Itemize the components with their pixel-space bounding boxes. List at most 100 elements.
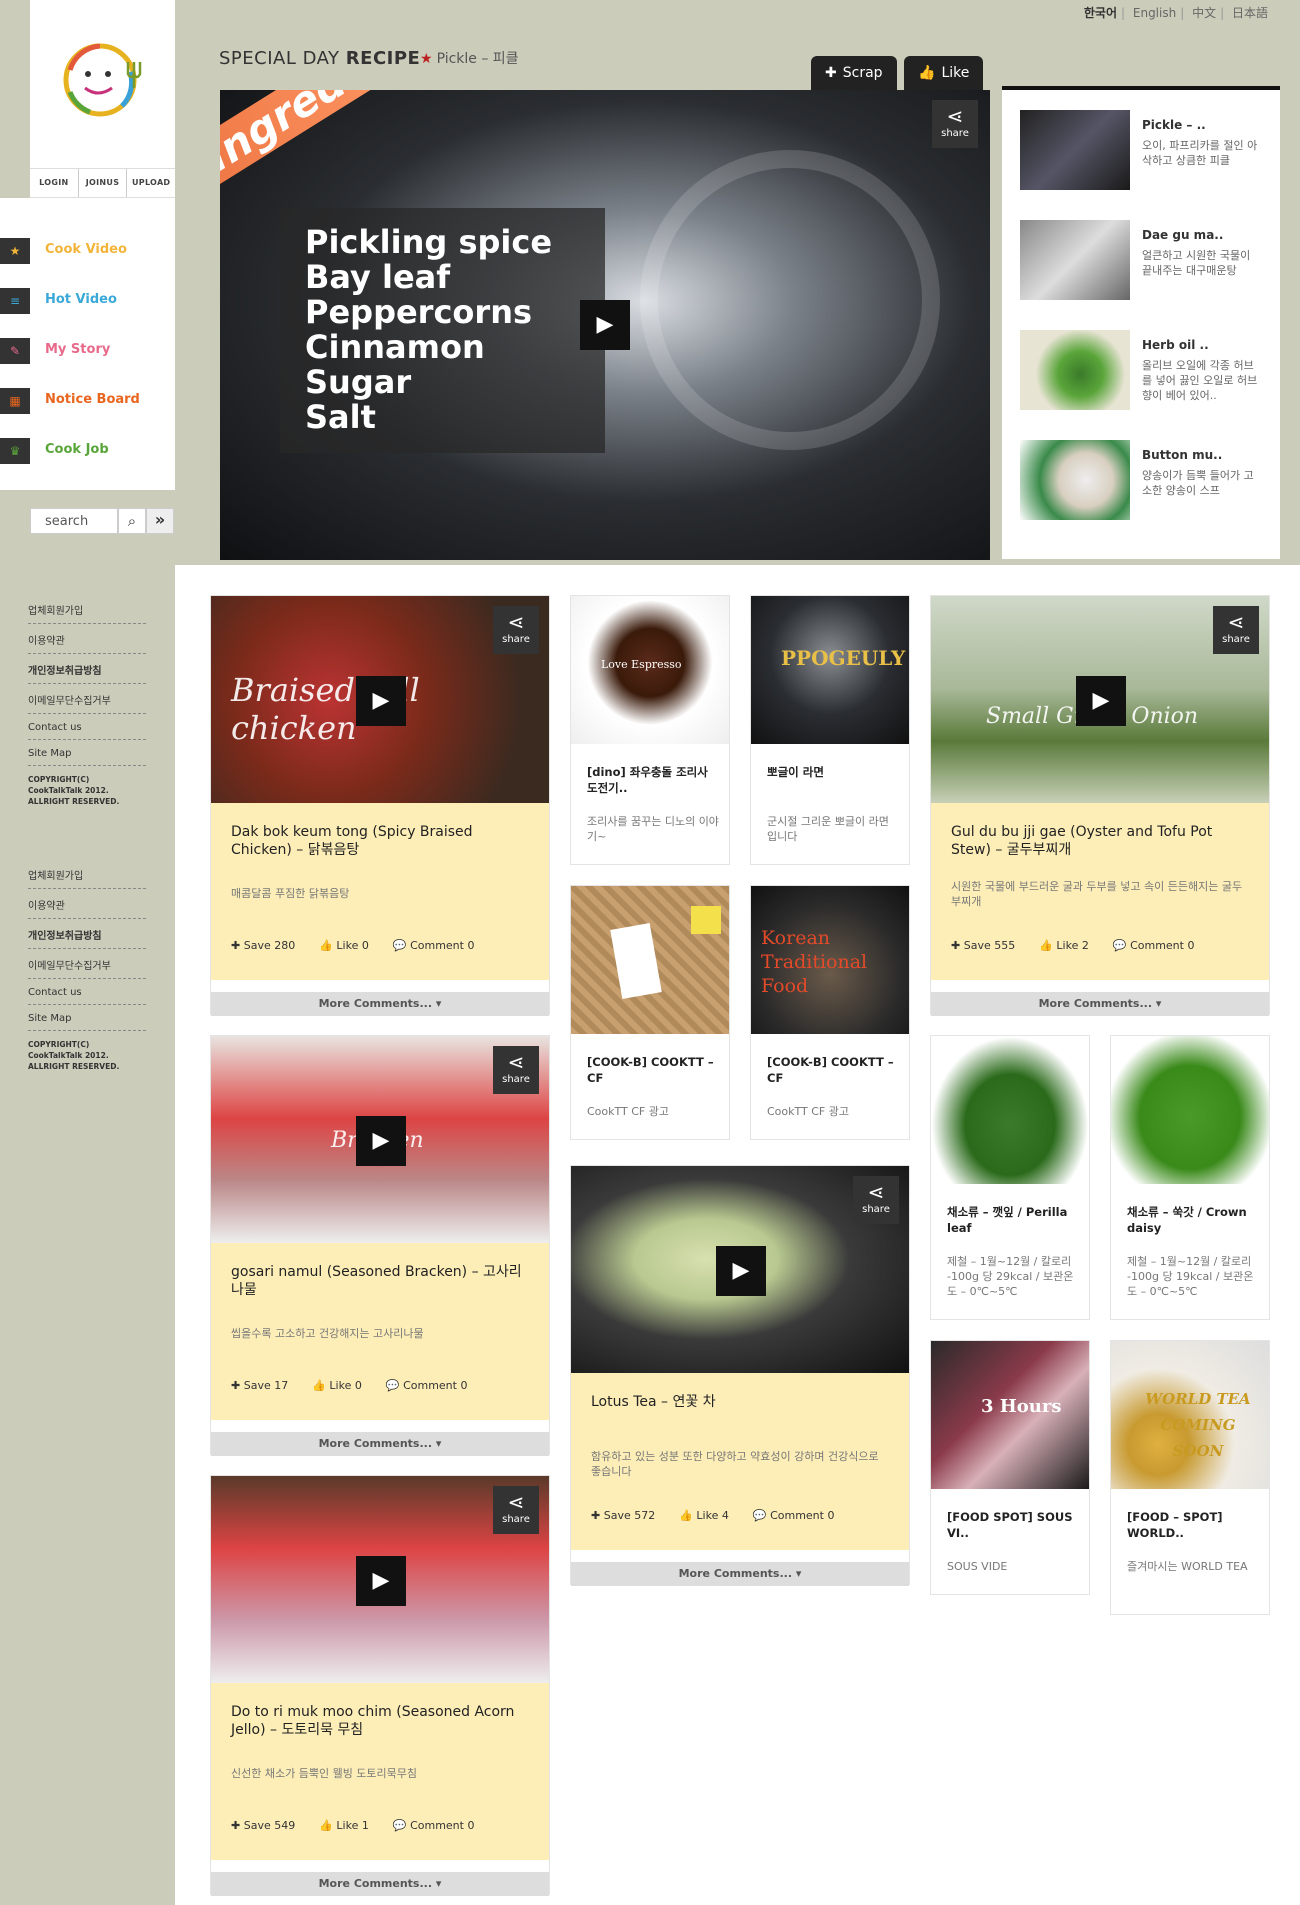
scrap-button[interactable]: ✚ Scrap: [811, 56, 897, 90]
site-logo[interactable]: [30, 0, 175, 168]
share-button[interactable]: ⋖ share: [493, 1486, 539, 1534]
footer-link[interactable]: 업체회원가입: [28, 863, 146, 889]
recipe-card[interactable]: Small Green Onion ▶ ⋖share Gul du bu jji…: [930, 595, 1270, 1016]
nav-item-cook-job[interactable]: ♛ Cook Job: [0, 428, 175, 468]
card-body: Do to ri muk moo chim (Seasoned Acorn Je…: [211, 1683, 549, 1860]
footer-link[interactable]: Site Map: [28, 744, 146, 766]
lang-english[interactable]: English: [1133, 6, 1176, 20]
login-link[interactable]: LOGIN: [30, 169, 79, 197]
lang-korean[interactable]: 한국어: [1084, 6, 1117, 20]
nav-item-hot-video[interactable]: ≡ Hot Video: [0, 278, 175, 318]
save-button[interactable]: ✚ Save 17: [231, 1379, 300, 1392]
chef-icon: ♛: [0, 438, 30, 464]
video-card[interactable]: Love Espresso [dino] 좌우충돌 조리사 도전기.. 조리사를…: [570, 595, 730, 865]
footer-link[interactable]: 개인정보취급방침: [28, 658, 146, 684]
food-card[interactable]: 채소류 – 깻잎 / Perilla leaf 제철 – 1월~12월 / 칼로…: [930, 1035, 1090, 1320]
comment-button[interactable]: 💬 Comment 0: [386, 1379, 480, 1392]
footer-link[interactable]: 이메일무단수집거부: [28, 953, 146, 979]
share-button[interactable]: ⋖ share: [853, 1176, 899, 1224]
card-title: 뽀글이 라면: [767, 765, 824, 779]
side-item[interactable]: Button mu.. 양송이가 듬뿍 들어가 고소한 양송이 스프: [1020, 440, 1265, 520]
card-title: Gul du bu jji gae (Oyster and Tofu Pot S…: [951, 824, 1213, 858]
board-icon: ▦: [0, 388, 30, 414]
share-button[interactable]: ⋖ share: [1213, 606, 1259, 654]
save-button[interactable]: ✚ Save 280: [231, 939, 307, 952]
footer-link[interactable]: 개인정보취급방침: [28, 923, 146, 949]
nav-item-my-story[interactable]: ✎ My Story: [0, 328, 175, 368]
play-icon[interactable]: ▶: [716, 1246, 766, 1296]
copyright: COPYRIGHT(C) CookTalkTalk 2012. ALLRIGHT R…: [28, 1040, 120, 1071]
more-comments-button[interactable]: More Comments... ▾: [931, 992, 1269, 1016]
upload-link[interactable]: UPLOAD: [127, 169, 175, 197]
card-desc: 제철 – 1월~12월 / 칼로리 -100g 당 29kcal / 보관온도 …: [947, 1255, 1074, 1298]
double-chevron-right-icon[interactable]: »: [146, 508, 174, 534]
comment-button[interactable]: 💬 Comment 0: [753, 1509, 847, 1522]
more-comments-button[interactable]: More Comments... ▾: [211, 1432, 549, 1456]
save-button[interactable]: ✚ Save 572: [591, 1509, 667, 1522]
play-icon[interactable]: ▶: [1076, 676, 1126, 726]
video-card[interactable]: 3 Hours [FOOD SPOT] SOUS VI.. SOUS VIDE: [930, 1340, 1090, 1595]
ingredient-item: Salt: [305, 398, 376, 436]
nav-item-cook-video[interactable]: ★ Cook Video: [0, 228, 175, 268]
featured-video[interactable]: Ingredients Pickling spice Bay leaf Pepp…: [220, 90, 990, 560]
more-comments-button[interactable]: More Comments... ▾: [211, 992, 549, 1016]
share-icon: ⋖: [507, 1050, 525, 1074]
lang-japanese[interactable]: 日本語: [1232, 6, 1268, 20]
save-button[interactable]: ✚ Save 555: [951, 939, 1027, 952]
save-button[interactable]: ✚ Save 549: [231, 1819, 307, 1832]
nav-label: Cook Job: [45, 442, 109, 457]
like-button[interactable]: 👍 Like 1: [319, 1819, 381, 1832]
like-button[interactable]: 👍 Like 0: [319, 939, 381, 952]
footer-link[interactable]: Site Map: [28, 1009, 146, 1031]
more-comments-button[interactable]: More Comments... ▾: [571, 1562, 909, 1586]
like-button[interactable]: 👍 Like 4: [679, 1509, 741, 1522]
play-icon[interactable]: ▶: [356, 1556, 406, 1606]
video-card[interactable]: PPOGEULY 뽀글이 라면 군시절 그리운 뽀글이 라면 입니다: [750, 595, 910, 865]
side-item-desc: 양송이가 듬뿍 들어가 고소한 양송이 스프: [1142, 469, 1254, 497]
more-comments-button[interactable]: More Comments... ▾: [211, 1872, 549, 1896]
comment-button[interactable]: 💬 Comment 0: [1113, 939, 1207, 952]
side-item[interactable]: Dae gu ma.. 얼큰하고 시원한 국물이 끝내주는 대구매운탕: [1020, 220, 1265, 300]
like-button[interactable]: 👍 Like: [904, 56, 984, 90]
footer-link[interactable]: 이용약관: [28, 893, 146, 919]
recipe-card[interactable]: ▶ ⋖ share Lotus Tea – 연꽃 차 함유하고 있는 성분 또한 …: [570, 1165, 910, 1586]
play-icon[interactable]: ▶: [580, 300, 630, 350]
nav-item-notice-board[interactable]: ▦ Notice Board: [0, 378, 175, 418]
video-card[interactable]: [COOK-B] COOKTT – CF CookTT CF 광고: [570, 885, 730, 1140]
recipe-card[interactable]: ▶ ⋖ share Do to ri muk moo chim (Seasoned…: [210, 1475, 550, 1896]
card-desc: 제철 – 1월~12월 / 칼로리 -100g 당 19kcal / 보관온도 …: [1127, 1255, 1254, 1298]
recipe-card[interactable]: Bracken ▶ ⋖share gosari namul (Seasoned …: [210, 1035, 550, 1456]
share-button[interactable]: ⋖ share: [493, 1046, 539, 1094]
footer-link[interactable]: 업체회원가입: [28, 598, 146, 624]
food-card[interactable]: 채소류 – 쑥갓 / Crown daisy 제철 – 1월~12월 / 칼로리…: [1110, 1035, 1270, 1320]
footer-link[interactable]: 이용약관: [28, 628, 146, 654]
card-body: Dak bok keum tong (Spicy Braised Chicken…: [211, 803, 549, 980]
lang-chinese[interactable]: 中文: [1192, 6, 1216, 20]
card-desc: CookTT CF 광고: [587, 1105, 669, 1118]
recipe-card[interactable]: Braised Kill chicken ▶ ⋖ share Dak bok ke…: [210, 595, 550, 1016]
search-input[interactable]: search: [30, 508, 118, 534]
side-item[interactable]: Herb oil .. 올리브 오일에 각종 허브를 넣어 끓인 오일로 허브 …: [1020, 330, 1265, 410]
footer-link[interactable]: 이메일무단수집거부: [28, 688, 146, 714]
pencil-icon: ✎: [0, 338, 30, 364]
card-title: [FOOD – SPOT] WORLD..: [1127, 1510, 1223, 1540]
video-card[interactable]: Korean Traditional Food [COOK-B] COOKTT …: [750, 885, 910, 1140]
footer-link[interactable]: Contact us: [28, 983, 146, 1005]
card-title: [COOK-B] COOKTT – CF: [767, 1055, 894, 1085]
side-item[interactable]: Pickle – .. 오이, 파프리카를 절인 아삭하고 상큼한 피클: [1020, 110, 1265, 190]
comment-button[interactable]: 💬 Comment 0: [393, 939, 487, 952]
video-card[interactable]: WORLD TEA COMING SOON [FOOD – SPOT] WORL…: [1110, 1340, 1270, 1615]
play-icon[interactable]: ▶: [356, 1116, 406, 1166]
like-button[interactable]: 👍 Like 2: [1039, 939, 1101, 952]
play-icon[interactable]: ▶: [356, 676, 406, 726]
share-button[interactable]: ⋖ share: [493, 606, 539, 654]
comment-button[interactable]: 💬 Comment 0: [393, 1819, 487, 1832]
thumb-image: [1020, 220, 1130, 300]
share-button[interactable]: ⋖ share: [932, 100, 978, 148]
footer-link[interactable]: Contact us: [28, 718, 146, 740]
search-icon[interactable]: ⌕: [118, 508, 146, 534]
joinus-link[interactable]: JOINUS: [79, 169, 128, 197]
main-nav: ★ Cook Video ≡ Hot Video ✎ My Story ▦ No…: [0, 198, 175, 490]
like-button[interactable]: 👍 Like 0: [312, 1379, 374, 1392]
card-body: Gul du bu jji gae (Oyster and Tofu Pot S…: [931, 803, 1269, 980]
